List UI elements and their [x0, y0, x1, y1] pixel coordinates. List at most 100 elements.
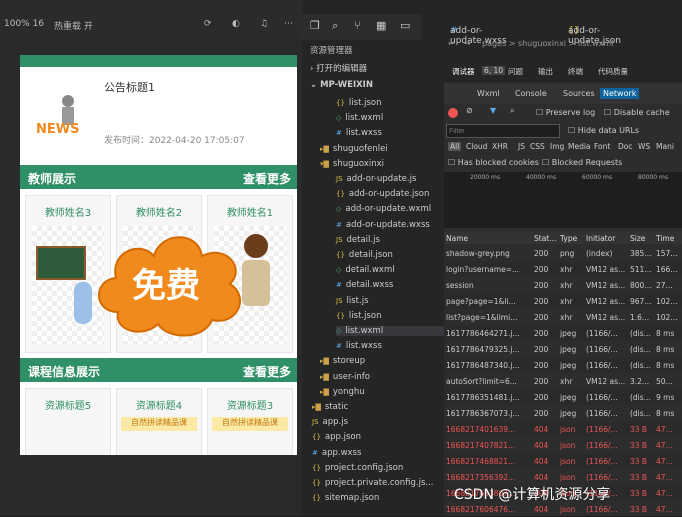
table-row[interactable]: 1668217407821... 404 json (1166/... 33 B 47..…	[444, 438, 682, 453]
column-header[interactable]: Initiator	[586, 234, 628, 243]
devtools-tab[interactable]: 调试器	[452, 66, 475, 77]
panel-tab-network[interactable]: Network	[600, 88, 640, 99]
file-tree-item[interactable]: {} detail.json	[336, 250, 444, 260]
type-filter-all[interactable]: All	[448, 142, 462, 151]
filter-icon[interactable]: ▼	[490, 106, 496, 115]
resource-card[interactable]: 资源标题5	[25, 388, 111, 455]
zoom-selector[interactable]: 100% 16	[4, 19, 44, 29]
search-net-icon[interactable]: ⌕	[510, 106, 514, 116]
file-tree-item[interactable]: ▸▇ storeup	[320, 356, 444, 366]
table-row[interactable]: 1617786351481.j... 200 jpeg (1166/... (dis..…	[444, 390, 682, 405]
column-header[interactable]: Name	[446, 234, 532, 243]
table-row[interactable]: login?username=... 200 xhr VM12 as... 511...…	[444, 262, 682, 277]
rotate-icon[interactable]: ◐	[232, 19, 240, 29]
devtools-tab[interactable]: 6, 10	[482, 66, 506, 75]
column-header[interactable]: Type	[560, 234, 584, 243]
file-tree-item[interactable]: {} list.json	[336, 311, 444, 321]
type-filter-ws[interactable]: WS	[638, 142, 650, 151]
resource-card[interactable]: 资源标题3 自然拼读精品课	[207, 388, 293, 455]
file-tree-item[interactable]: {} app.json	[312, 432, 444, 442]
file-tree-item[interactable]: # list.wxss	[336, 341, 444, 351]
table-row[interactable]: autoSort?limit=6... 200 xhr VM12 as... 3.2..…	[444, 374, 682, 389]
panel-tab-wxml[interactable]: Wxml	[474, 88, 503, 99]
file-tree-item[interactable]: ▸▇ yonghu	[320, 387, 444, 397]
table-row[interactable]: page?page=1&li... 200 xhr VM12 as... 967... 1…	[444, 294, 682, 309]
type-filter-media[interactable]: Media	[568, 142, 591, 151]
table-row[interactable]: shadow-grey.png 200 png (index) 385... 157...	[444, 246, 682, 261]
file-tree-item[interactable]: ▸▇ shuguofenlei	[320, 144, 444, 154]
column-header[interactable]: Time	[656, 234, 682, 243]
type-filter-cloud[interactable]: Cloud	[466, 142, 487, 151]
clear-icon[interactable]: ⊘	[466, 106, 473, 115]
course-more-link[interactable]: 查看更多	[243, 363, 291, 380]
file-tree-item[interactable]: # add-or-update.wxss	[336, 220, 444, 230]
type-filter-mani[interactable]: Mani	[656, 142, 674, 151]
table-row[interactable]: 1617786464271.j... 200 jpeg (1166/... (dis..…	[444, 326, 682, 341]
file-tree-item[interactable]: JS detail.js	[336, 235, 444, 245]
file-tree-item[interactable]: {} add-or-update.json	[336, 189, 444, 199]
file-tree-item[interactable]: {} project.private.config.js...	[312, 478, 444, 488]
type-filter-xhr[interactable]: XHR	[492, 142, 508, 151]
column-header[interactable]: Stat...	[534, 234, 558, 243]
type-filter-js[interactable]: JS	[518, 142, 525, 151]
file-tree-item[interactable]: {} project.config.json	[312, 463, 444, 473]
extensions-icon[interactable]: ▦	[376, 19, 386, 32]
file-tree-item[interactable]: # detail.wxss	[336, 280, 444, 290]
type-filter-doc[interactable]: Doc	[618, 142, 633, 151]
disable-cache-checkbox[interactable]: ☐ Disable cache	[604, 108, 670, 117]
resource-card[interactable]: 资源标题4 自然拼读精品课	[116, 388, 202, 455]
table-row[interactable]: 1617786367073.j... 200 jpeg (1166/... (dis..…	[444, 406, 682, 421]
audio-icon[interactable]: ♫	[260, 19, 268, 29]
devtools-tab[interactable]: 输出	[538, 66, 553, 77]
file-tree-item[interactable]: # app.wxss	[312, 448, 444, 458]
file-tree-item[interactable]: ▾▇ shuguoxinxi	[320, 159, 444, 169]
hot-reload-toggle[interactable]: 热重载 开	[54, 19, 93, 32]
filter-input[interactable]	[446, 124, 560, 138]
search-icon[interactable]: ⌕	[332, 19, 338, 33]
nav-forward-icon[interactable]: →	[464, 39, 471, 48]
breadcrumb-path[interactable]: pages > shuguoxinxi > list.wxml	[482, 39, 613, 48]
source-control-icon[interactable]: ⑂	[354, 19, 361, 32]
file-tree-item[interactable]: ◇ list.wxml	[336, 113, 444, 123]
table-row[interactable]: list?page=1&limi... 200 xhr VM12 as... 1.6..…	[444, 310, 682, 325]
type-filter-css[interactable]: CSS	[530, 142, 545, 151]
file-tree-item[interactable]: ▸▇ static	[312, 402, 444, 412]
devtools-tab[interactable]: 终端	[568, 66, 583, 77]
file-tree-item[interactable]: ▸▇ user-info	[320, 372, 444, 382]
file-tree-item[interactable]: # list.wxss	[336, 128, 444, 138]
file-tree-item[interactable]: JS app.js	[312, 417, 444, 427]
table-row[interactable]: 1668217401639... 404 json (1166/... 33 B 47..…	[444, 422, 682, 437]
file-tree-item[interactable]: ◇ add-or-update.wxml	[336, 204, 444, 214]
type-filter-font[interactable]: Font	[594, 142, 610, 151]
open-editors-section[interactable]: › 打开的编辑器	[310, 62, 367, 74]
panel-tab-console[interactable]: Console	[512, 88, 550, 99]
table-row[interactable]: 1668217606476... 404 json (1166/... 33 B 47..…	[444, 502, 682, 517]
blocked-requests-checkbox[interactable]: ☐ Blocked Requests	[542, 158, 622, 167]
table-row[interactable]: 1617786487340.j... 200 jpeg (1166/... (dis..…	[444, 358, 682, 373]
devtools-tab[interactable]: 问题	[508, 66, 523, 77]
teacher-more-link[interactable]: 查看更多	[243, 170, 291, 187]
table-row[interactable]: session 200 xhr VM12 as... 800... 27...	[444, 278, 682, 293]
record-icon[interactable]	[448, 108, 458, 118]
notice-item[interactable]: NEWS 公告标题1 发布时间：2022-04-20 17:05:07	[20, 67, 297, 163]
file-tree-item[interactable]: ◇ detail.wxml	[336, 265, 444, 275]
nav-back-icon[interactable]: ←	[448, 39, 455, 48]
hide-data-urls-checkbox[interactable]: ☐ Hide data URLs	[568, 126, 639, 135]
has-blocked-checkbox[interactable]: ☐ Has blocked cookies	[448, 158, 539, 167]
file-tree-item[interactable]: {} sitemap.json	[312, 493, 444, 503]
more-icon[interactable]: ⋯	[284, 19, 293, 29]
files-icon[interactable]: ❐	[310, 19, 320, 32]
file-tree-item[interactable]: JS add-or-update.js	[336, 174, 444, 184]
file-tree-item[interactable]: {} list.json	[336, 98, 444, 108]
file-tree-item[interactable]: ◇ list.wxml	[336, 326, 444, 336]
refresh-icon[interactable]: ⟳	[204, 19, 212, 29]
devtools-tab[interactable]: 代码质量	[598, 66, 628, 77]
table-row[interactable]: 1617786479325.j... 200 jpeg (1166/... (dis..…	[444, 342, 682, 357]
preserve-log-checkbox[interactable]: ☐ Preserve log	[536, 108, 595, 117]
table-row[interactable]: 1668217468821... 404 json (1166/... 33 B 47..…	[444, 454, 682, 469]
table-row[interactable]: 1668217356392... 404 json (1166/... 33 B 47..…	[444, 470, 682, 485]
layout-icon[interactable]: ▭	[400, 19, 410, 32]
column-header[interactable]: Size	[630, 234, 654, 243]
type-filter-img[interactable]: Img	[550, 142, 564, 151]
panel-tab-sources[interactable]: Sources	[560, 88, 598, 99]
